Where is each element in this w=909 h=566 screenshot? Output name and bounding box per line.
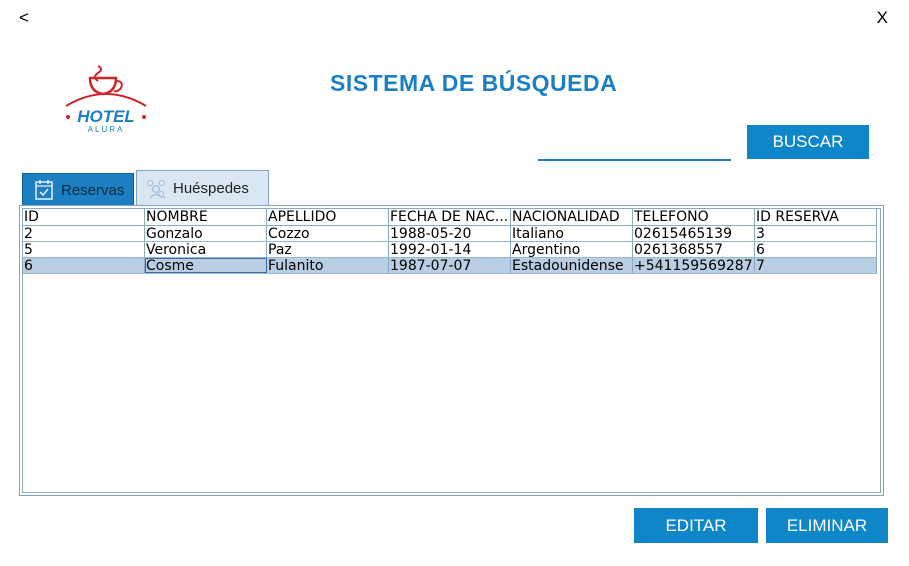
logo-text: HOTEL: [77, 107, 135, 126]
table-cell[interactable]: 2: [23, 226, 145, 241]
table-row-selected[interactable]: 6 Cosme Fulanito 1987-07-07 Estadouniden…: [23, 258, 877, 274]
table-cell[interactable]: 6: [23, 258, 145, 273]
table-row[interactable]: 5 Veronica Paz 1992-01-14 Argentino 0261…: [23, 242, 877, 258]
table-cell[interactable]: 1987-07-07: [389, 258, 511, 273]
table-cell[interactable]: 3: [755, 226, 877, 241]
table-cell[interactable]: 1988-05-20: [389, 226, 511, 241]
tab-reservas[interactable]: Reservas: [22, 173, 134, 206]
table-cell[interactable]: +541159569287: [633, 258, 755, 273]
column-header[interactable]: APELLIDO: [267, 209, 389, 225]
table-cell[interactable]: Gonzalo: [145, 226, 267, 241]
table-cell[interactable]: 02615465139: [633, 226, 755, 241]
column-header[interactable]: ID: [23, 209, 145, 225]
hotel-alura-logo: HOTEL ALURA: [65, 65, 147, 134]
column-header[interactable]: NOMBRE: [145, 209, 267, 225]
tab-panel: ID NOMBRE APELLIDO FECHA DE NAC... NACIO…: [19, 205, 884, 496]
table-cell[interactable]: Fulanito: [267, 258, 389, 273]
column-header[interactable]: TELEFONO: [633, 209, 755, 225]
table-cell[interactable]: Italiano: [511, 226, 633, 241]
page-title: SISTEMA DE BÚSQUEDA: [330, 70, 618, 96]
table-cell[interactable]: Argentino: [511, 242, 633, 257]
close-button[interactable]: X: [877, 8, 888, 28]
guests-table[interactable]: ID NOMBRE APELLIDO FECHA DE NAC... NACIO…: [22, 208, 881, 493]
search-button[interactable]: BUSCAR: [747, 125, 869, 159]
guests-icon: [147, 179, 166, 199]
table-row[interactable]: 2 Gonzalo Cozzo 1988-05-20 Italiano 0261…: [23, 226, 877, 242]
table-cell[interactable]: 0261368557: [633, 242, 755, 257]
logo-subtext: ALURA: [88, 125, 125, 134]
table-cell[interactable]: Paz: [267, 242, 389, 257]
column-header[interactable]: NACIONALIDAD: [511, 209, 633, 225]
table-cell[interactable]: Cozzo: [267, 226, 389, 241]
column-header[interactable]: ID RESERVA: [755, 209, 877, 225]
tab-huespedes[interactable]: Huéspedes: [136, 170, 269, 206]
table-cell[interactable]: 6: [755, 242, 877, 257]
table-cell[interactable]: 7: [755, 258, 877, 273]
edit-button[interactable]: EDITAR: [634, 508, 758, 543]
delete-button[interactable]: ELIMINAR: [766, 508, 888, 543]
back-button[interactable]: <: [19, 8, 29, 28]
tab-reservas-label: Reservas: [61, 181, 125, 199]
column-header[interactable]: FECHA DE NAC...: [389, 209, 511, 225]
table-header-row: ID NOMBRE APELLIDO FECHA DE NAC... NACIO…: [23, 209, 877, 226]
table-cell-focused[interactable]: Cosme: [145, 258, 267, 273]
table-cell[interactable]: 5: [23, 242, 145, 257]
table-cell[interactable]: Estadounidense: [511, 258, 633, 273]
tab-huespedes-label: Huéspedes: [173, 180, 249, 197]
search-input[interactable]: [538, 137, 731, 161]
reservations-icon: [35, 180, 53, 200]
table-cell[interactable]: Veronica: [145, 242, 267, 257]
table-cell[interactable]: 1992-01-14: [389, 242, 511, 257]
